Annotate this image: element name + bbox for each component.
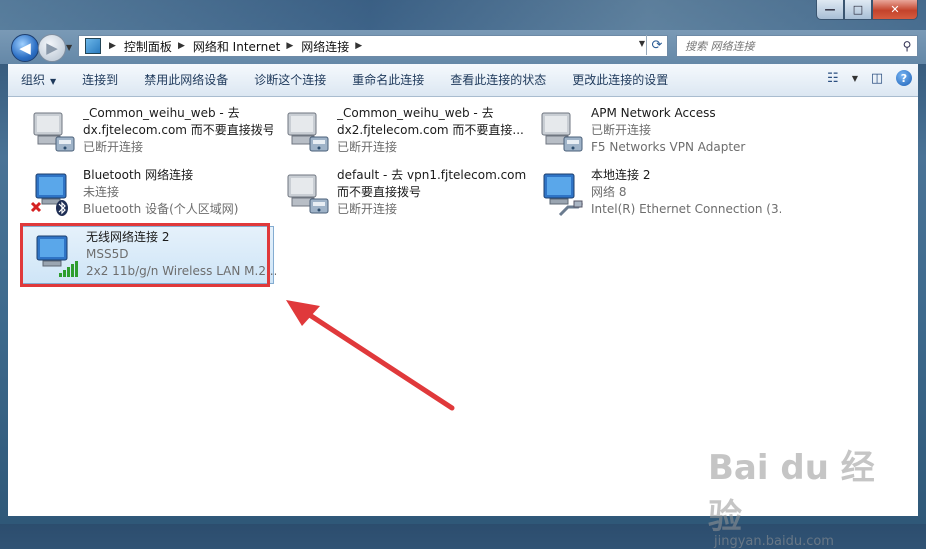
chevron-right-icon[interactable]: ▶ bbox=[109, 41, 116, 51]
title-bar: — □ ✕ bbox=[0, 0, 926, 30]
connection-detail: dx2.fjtelecom.com 而不要直接... bbox=[337, 123, 524, 137]
forward-button[interactable]: ▶ bbox=[38, 34, 66, 62]
dialup-icon bbox=[287, 174, 329, 214]
refresh-icon[interactable]: ⟳ bbox=[646, 35, 667, 55]
watermark-url: jingyan.baidu.com bbox=[714, 534, 834, 549]
connection-status: 未连接 bbox=[83, 185, 120, 199]
view-options-icon[interactable]: ☷ bbox=[824, 69, 842, 87]
dialup-icon bbox=[33, 112, 75, 152]
chevron-right-icon[interactable]: ▶ bbox=[178, 41, 185, 51]
dialup-icon bbox=[541, 112, 583, 152]
connection-status: 已断开连接 bbox=[337, 140, 398, 154]
connection-name: APM Network Access bbox=[591, 106, 716, 120]
connection-item[interactable]: default - 去 vpn1.fjtelecom.com 而不要直接拨号 已… bbox=[274, 165, 527, 221]
close-button[interactable]: ✕ bbox=[872, 0, 918, 20]
connection-status: 已断开连接 bbox=[83, 140, 144, 154]
chevron-down-icon: ▼ bbox=[50, 77, 57, 86]
connection-name: _Common_weihu_web - 去 bbox=[337, 106, 494, 120]
connection-status: 已断开连接 bbox=[337, 202, 398, 216]
explorer-window: — □ ✕ ◀ ▶ ▼ ▶ 控制面板 ▶ 网络和 Internet ▶ 网络连接… bbox=[0, 0, 926, 549]
organize-label: 组织 bbox=[21, 73, 46, 87]
connection-item[interactable]: _Common_weihu_web - 去 dx.fjtelecom.com 而… bbox=[20, 103, 273, 159]
organize-button[interactable]: 组织 ▼ bbox=[8, 69, 69, 91]
connection-device: Bluetooth 设备(个人区域网) bbox=[83, 202, 239, 216]
connection-detail: 而不要直接拨号 bbox=[337, 185, 422, 199]
connection-name: default - 去 vpn1.fjtelecom.com bbox=[337, 168, 527, 182]
connection-item[interactable]: 本地连接 2 网络 8 Intel(R) Ethernet Connection… bbox=[528, 165, 781, 221]
wireless-icon bbox=[36, 235, 78, 277]
connection-device: 2x2 11b/g/n Wireless LAN M.2... bbox=[86, 264, 276, 278]
connection-status: 网络 8 bbox=[591, 185, 627, 199]
dialup-icon bbox=[287, 112, 329, 152]
change-settings-button[interactable]: 更改此连接的设置 bbox=[559, 69, 681, 91]
diagnose-button[interactable]: 诊断这个连接 bbox=[241, 69, 339, 91]
back-button[interactable]: ◀ bbox=[11, 34, 39, 62]
minimize-button[interactable]: — bbox=[816, 0, 844, 20]
connection-name: 无线网络连接 2 bbox=[86, 230, 170, 244]
address-dropdown-icon[interactable]: ▼ bbox=[639, 39, 645, 48]
connection-item-wireless[interactable]: 无线网络连接 2 MSS5D 2x2 11b/g/n Wireless LAN … bbox=[22, 226, 276, 284]
connection-item[interactable]: APM Network Access 已断开连接 F5 Networks VPN… bbox=[528, 103, 778, 159]
connection-name: Bluetooth 网络连接 bbox=[83, 168, 194, 182]
chevron-right-icon[interactable]: ▶ bbox=[355, 41, 362, 51]
connection-name: 本地连接 2 bbox=[591, 168, 651, 182]
connection-device: Intel(R) Ethernet Connection (3... bbox=[591, 202, 781, 216]
address-bar[interactable]: ▶ 控制面板 ▶ 网络和 Internet ▶ 网络连接 ▶ ▼ ⟳ bbox=[78, 35, 668, 57]
preview-pane-icon[interactable]: ◫ bbox=[868, 69, 886, 87]
connect-to-button[interactable]: 连接到 bbox=[69, 69, 131, 91]
connection-ssid: MSS5D bbox=[86, 247, 129, 261]
breadcrumb-control-panel[interactable]: 控制面板 bbox=[124, 38, 172, 55]
ethernet-icon bbox=[543, 173, 584, 217]
control-panel-icon bbox=[85, 38, 101, 54]
search-box: ⚲ bbox=[676, 35, 918, 57]
view-status-button[interactable]: 查看此连接的状态 bbox=[437, 69, 559, 91]
connection-item[interactable]: _Common_weihu_web - 去 dx2.fjtelecom.com … bbox=[274, 103, 524, 159]
chevron-right-icon[interactable]: ▶ bbox=[286, 41, 293, 51]
maximize-button[interactable]: □ bbox=[844, 0, 872, 20]
connection-item[interactable]: Bluetooth 网络连接 未连接 Bluetooth 设备(个人区域网) bbox=[20, 165, 270, 221]
connection-detail: dx.fjtelecom.com 而不要直接拨号 bbox=[83, 123, 273, 137]
annotation-arrow bbox=[286, 300, 455, 411]
breadcrumb-network-internet[interactable]: 网络和 Internet bbox=[193, 38, 280, 55]
command-bar: 组织 ▼ 连接到 禁用此网络设备 诊断这个连接 重命名此连接 查看此连接的状态 更… bbox=[8, 64, 918, 97]
search-input[interactable] bbox=[677, 38, 897, 54]
connection-device: F5 Networks VPN Adapter bbox=[591, 140, 746, 154]
connection-name: _Common_weihu_web - 去 bbox=[83, 106, 240, 120]
disable-device-button[interactable]: 禁用此网络设备 bbox=[131, 69, 241, 91]
help-icon[interactable]: ? bbox=[896, 70, 912, 86]
breadcrumb-network-connections[interactable]: 网络连接 bbox=[301, 38, 349, 55]
connection-status: 已断开连接 bbox=[591, 123, 652, 137]
bluetooth-network-icon bbox=[30, 173, 68, 216]
rename-button[interactable]: 重命名此连接 bbox=[339, 69, 437, 91]
view-dropdown-icon[interactable]: ▼ bbox=[852, 74, 858, 83]
connections-list: _Common_weihu_web - 去 dx.fjtelecom.com 而… bbox=[8, 97, 918, 516]
search-icon[interactable]: ⚲ bbox=[897, 39, 917, 53]
history-dropdown-icon[interactable]: ▼ bbox=[66, 43, 72, 52]
